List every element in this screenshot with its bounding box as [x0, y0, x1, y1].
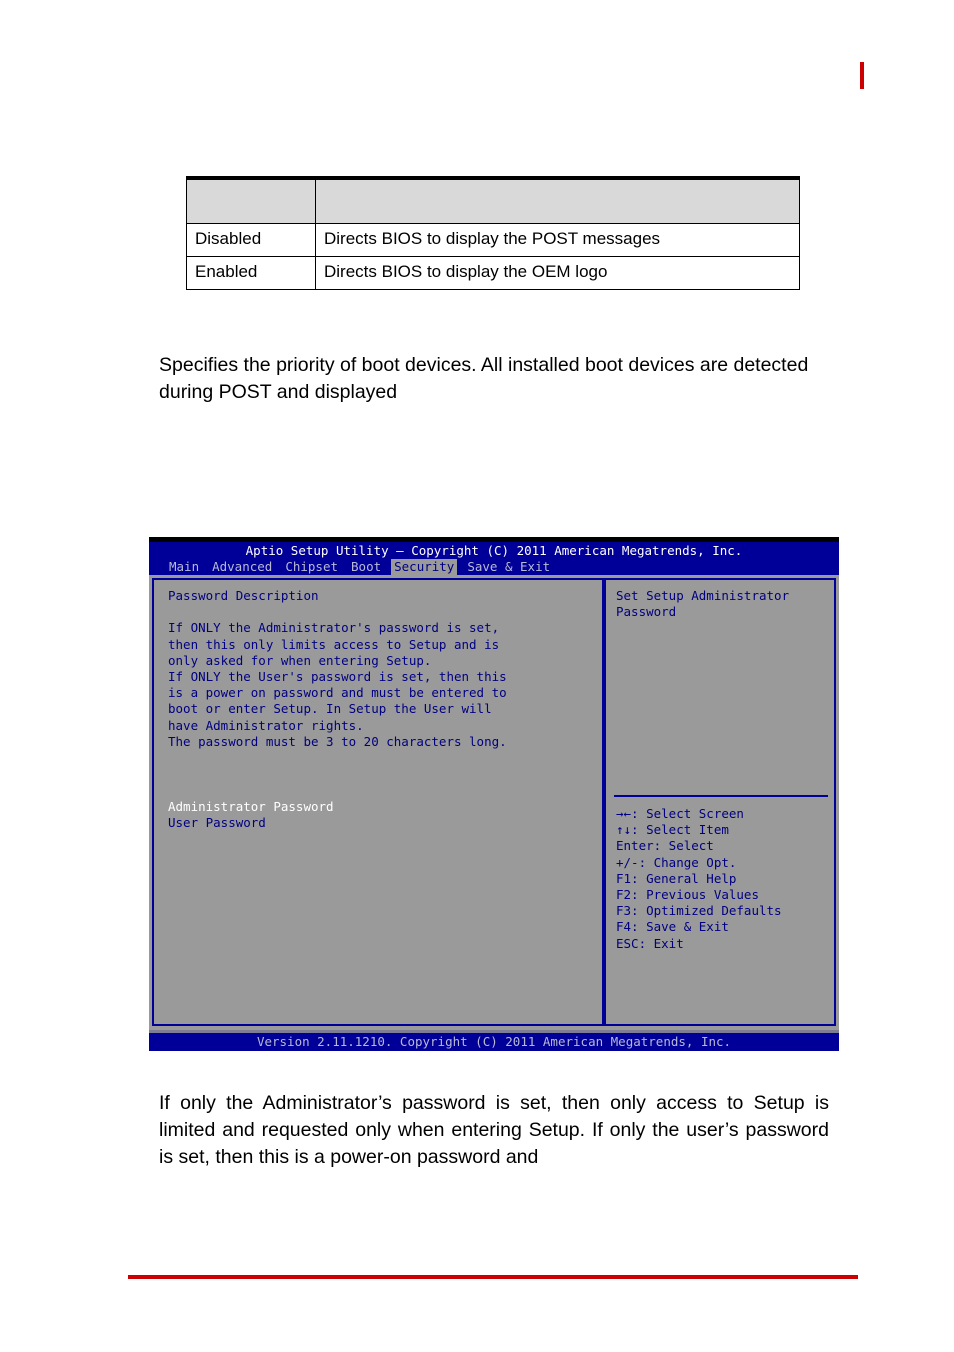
key-legend-optimized-defaults: F3: Optimized Defaults	[616, 903, 782, 919]
password-description-line: then this only limits access to Setup an…	[168, 636, 500, 652]
table-row: Disabled Directs BIOS to display the POS…	[186, 223, 800, 257]
bios-help-panel: Set Setup Administrator Password →←: Sel…	[604, 578, 836, 1026]
bios-version-footer: Version 2.11.1210. Copyright (C) 2011 Am…	[149, 1033, 839, 1051]
table-header-cell-option	[186, 176, 316, 224]
password-description-heading: Password Description	[168, 588, 319, 603]
password-description-line: boot or enter Setup. In Setup the User w…	[168, 701, 492, 717]
tab-chipset[interactable]: Chipset	[282, 559, 341, 575]
bios-menu-bar: Main Advanced Chipset Boot Security Save…	[149, 559, 839, 575]
setting-administrator-password[interactable]: Administrator Password	[168, 799, 602, 815]
key-legend-list: →←: Select Screen ↑↓: Select Item Enter:…	[616, 806, 782, 952]
help-text-line: Password	[616, 604, 677, 620]
tab-main[interactable]: Main	[166, 559, 202, 575]
password-description-line: If ONLY the Administrator's password is …	[168, 620, 500, 636]
footer-red-rule	[128, 1275, 858, 1279]
password-description-line: If ONLY the User's password is set, then…	[168, 669, 507, 684]
help-text-line: Set Setup Administrator	[616, 588, 790, 603]
tab-advanced[interactable]: Advanced	[209, 559, 275, 575]
header-red-marker	[860, 62, 864, 89]
option-value-table: Disabled Directs BIOS to display the POS…	[186, 176, 800, 290]
key-legend-general-help: F1: General Help	[616, 870, 737, 886]
tab-save-and-exit[interactable]: Save & Exit	[464, 559, 553, 575]
key-legend-save-and-exit: F4: Save & Exit	[616, 919, 729, 935]
bios-left-panel: Password Description If ONLY the Adminis…	[152, 578, 604, 1026]
tab-security[interactable]: Security	[391, 559, 458, 575]
bios-content-area: Password Description If ONLY the Adminis…	[149, 575, 839, 1030]
table-cell-description: Directs BIOS to display the OEM logo	[315, 256, 800, 290]
setting-user-password[interactable]: User Password	[168, 815, 602, 831]
key-legend-enter-select: Enter: Select	[616, 838, 714, 854]
bios-top-border	[149, 537, 839, 542]
password-description-line: have Administrator rights.	[168, 717, 364, 733]
tab-boot[interactable]: Boot	[348, 559, 384, 575]
table-cell-option: Disabled	[186, 223, 316, 257]
paragraph-password-note: If only the Administrator’s password is …	[159, 1092, 829, 1168]
table-header-cell-description	[315, 176, 800, 224]
key-legend-select-item: ↑↓: Select Item	[616, 822, 729, 838]
key-legend-select-screen: →←: Select Screen	[616, 806, 744, 821]
table-header-row	[186, 176, 800, 224]
table-cell-option: Enabled	[186, 256, 316, 290]
password-description-line: The password must be 3 to 20 characters …	[168, 733, 507, 749]
bios-setup-screenshot: Aptio Setup Utility – Copyright (C) 2011…	[149, 537, 839, 1051]
password-description-line: is a power on password and must be enter…	[168, 685, 507, 701]
table-cell-description: Directs BIOS to display the POST message…	[315, 223, 800, 257]
option-table-body: Disabled Directs BIOS to display the POS…	[186, 176, 800, 290]
key-legend-esc-exit: ESC: Exit	[616, 935, 684, 951]
paragraph-boot-priority: Specifies the priority of boot devices. …	[159, 354, 809, 403]
key-legend-change-opt: +/-: Change Opt.	[616, 854, 737, 870]
table-row: Enabled Directs BIOS to display the OEM …	[186, 256, 800, 290]
help-panel-divider	[614, 795, 828, 797]
password-description-line: only asked for when entering Setup.	[168, 652, 432, 668]
bios-title-bar: Aptio Setup Utility – Copyright (C) 2011…	[245, 543, 743, 558]
key-legend-previous-values: F2: Previous Values	[616, 887, 759, 903]
